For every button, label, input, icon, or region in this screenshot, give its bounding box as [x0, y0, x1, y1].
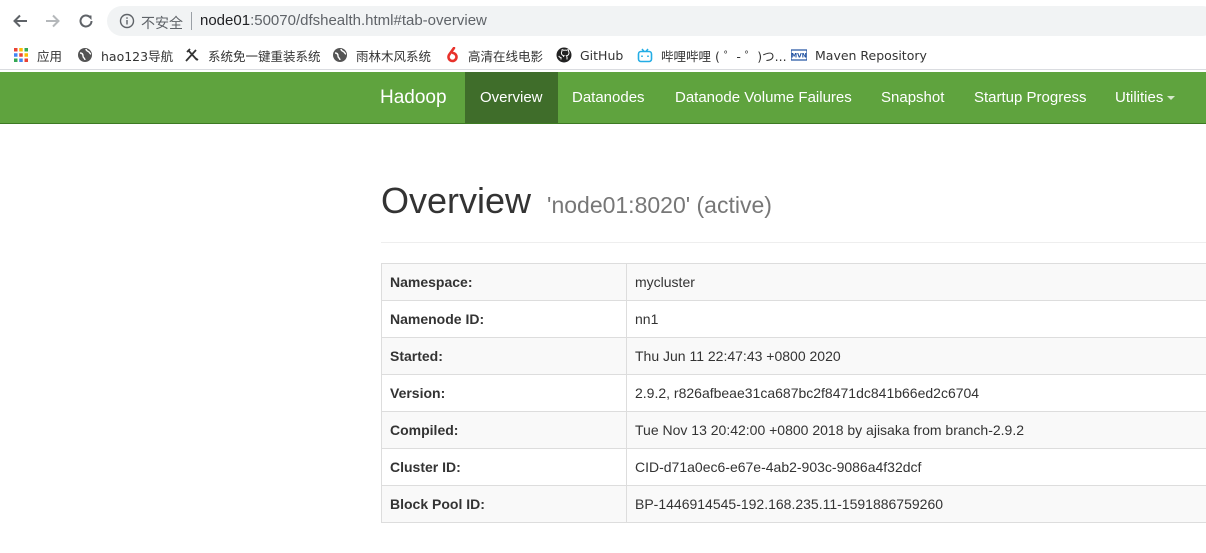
bookmark-label: 应用 — [37, 48, 63, 64]
table-row: Cluster ID: CID-d71a0ec6-e67e-4ab2-903c-9… — [381, 448, 1206, 486]
row-value: CID-d71a0ec6-e67e-4ab2-903c-9086a4f32dcf — [626, 448, 1206, 486]
info-icon[interactable] — [119, 13, 135, 29]
row-key: Namespace: — [381, 263, 627, 301]
bookmarks-bar: 应用 hao123导航 系统免一键重装系统 雨林木风系统 高清在线电影 GitH… — [0, 40, 1206, 70]
omnibox-divider — [191, 12, 192, 30]
tab-overview[interactable]: Overview — [465, 72, 558, 123]
address-bar[interactable]: 不安全 node01:50070/dfshealth.html#tab-over… — [107, 6, 1206, 36]
overview-table: Namespace: mycluster Namenode ID: nn1 Star… — [381, 263, 1206, 523]
tab-datanodes[interactable]: Datanodes — [557, 72, 660, 123]
row-key: Namenode ID: — [381, 300, 627, 338]
bookmark-reinstall-system[interactable]: 系统免一键重装系统 — [184, 46, 321, 64]
bookmark-apps[interactable]: 应用 — [13, 46, 62, 64]
row-value: mycluster — [626, 263, 1206, 301]
bookmark-bilibili[interactable]: 哔哩哔哩 ( ゜- ゜)つ... — [637, 46, 787, 64]
row-key: Version: — [381, 374, 627, 412]
url-path: :50070/dfshealth.html#tab-overview — [250, 12, 487, 29]
table-row: Namenode ID: nn1 — [381, 300, 1206, 338]
tab-snapshot[interactable]: Snapshot — [866, 72, 959, 123]
globe-icon — [77, 47, 93, 63]
row-key: Cluster ID: — [381, 448, 627, 486]
table-row: Block Pool ID: BP-1446914545-192.168.235.… — [381, 485, 1206, 523]
row-value: 2.9.2, r826afbeae31ca687bc2f8471dc841b66… — [626, 374, 1206, 412]
tab-utilities-label: Utilities — [1115, 89, 1164, 106]
forward-button[interactable] — [42, 10, 64, 32]
row-key: Started: — [381, 337, 627, 375]
page-header: Overview 'node01:8020' (active) — [381, 180, 1206, 243]
bookmark-label: 雨林木风系统 — [356, 48, 432, 64]
caret-down-icon — [1167, 96, 1176, 101]
table-row: Compiled: Tue Nov 13 20:42:00 +0800 2018 … — [381, 411, 1206, 449]
hadoop-navbar: Hadoop Overview Datanodes Datanode Volum… — [0, 72, 1206, 124]
bookmark-label: Maven Repository — [815, 47, 927, 63]
row-value: Thu Jun 11 22:47:43 +0800 2020 — [626, 337, 1206, 375]
bookmark-ylmf[interactable]: 雨林木风系统 — [332, 46, 431, 64]
page-title: Overview 'node01:8020' (active) — [381, 180, 1206, 222]
bookmark-label: 哔哩哔哩 ( ゜- ゜)つ... — [661, 48, 787, 64]
bookmark-label: GitHub — [580, 47, 624, 63]
table-row: Version: 2.9.2, r826afbeae31ca687bc2f8471… — [381, 374, 1206, 412]
svg-text:MVN: MVN — [791, 53, 807, 60]
github-icon — [556, 47, 572, 63]
bookmark-hao123[interactable]: hao123导航 — [77, 46, 173, 64]
row-value: Tue Nov 13 20:42:00 +0800 2018 by ajisak… — [626, 411, 1206, 449]
bookmark-label: 高清在线电影 — [468, 48, 544, 64]
tab-datanode-volume-failures[interactable]: Datanode Volume Failures — [660, 72, 867, 123]
tab-startup-progress[interactable]: Startup Progress — [959, 72, 1102, 123]
row-key: Compiled: — [381, 411, 627, 449]
tab-utilities[interactable]: Utilities — [1100, 72, 1190, 123]
navbar-brand[interactable]: Hadoop — [380, 72, 447, 124]
url-host: node01 — [200, 12, 251, 29]
table-row: Started: Thu Jun 11 22:47:43 +0800 2020 — [381, 337, 1206, 375]
six-logo-icon — [444, 47, 460, 63]
apps-grid-icon — [13, 47, 29, 63]
mvn-icon: MVN — [791, 47, 807, 63]
table-row: Namespace: mycluster — [381, 263, 1206, 301]
arrow-right-icon — [46, 14, 60, 28]
bookmark-maven[interactable]: MVN Maven Repository — [791, 46, 927, 64]
bookmark-hd-movies[interactable]: 高清在线电影 — [444, 46, 543, 64]
row-key: Block Pool ID: — [381, 485, 627, 523]
back-button[interactable] — [9, 10, 31, 32]
bookmark-label: 系统免一键重装系统 — [208, 48, 321, 64]
row-value: nn1 — [626, 300, 1206, 338]
globe-icon — [332, 47, 348, 63]
reload-icon — [79, 14, 93, 28]
url-text[interactable]: node01:50070/dfshealth.html#tab-overview — [200, 12, 487, 29]
page-title-text: Overview — [381, 180, 532, 221]
bookmark-label: hao123导航 — [101, 48, 174, 64]
browser-toolbar: 不安全 node01:50070/dfshealth.html#tab-over… — [0, 0, 1206, 40]
bilibili-icon — [637, 47, 653, 63]
page-subtitle: 'node01:8020' (active) — [547, 192, 772, 218]
arrow-left-icon — [13, 14, 27, 28]
reload-button[interactable] — [75, 10, 97, 32]
security-label: 不安全 — [141, 16, 183, 32]
row-value: BP-1446914545-192.168.235.11-15918867592… — [626, 485, 1206, 523]
tool-icon — [184, 47, 200, 63]
bookmark-github[interactable]: GitHub — [556, 46, 623, 64]
